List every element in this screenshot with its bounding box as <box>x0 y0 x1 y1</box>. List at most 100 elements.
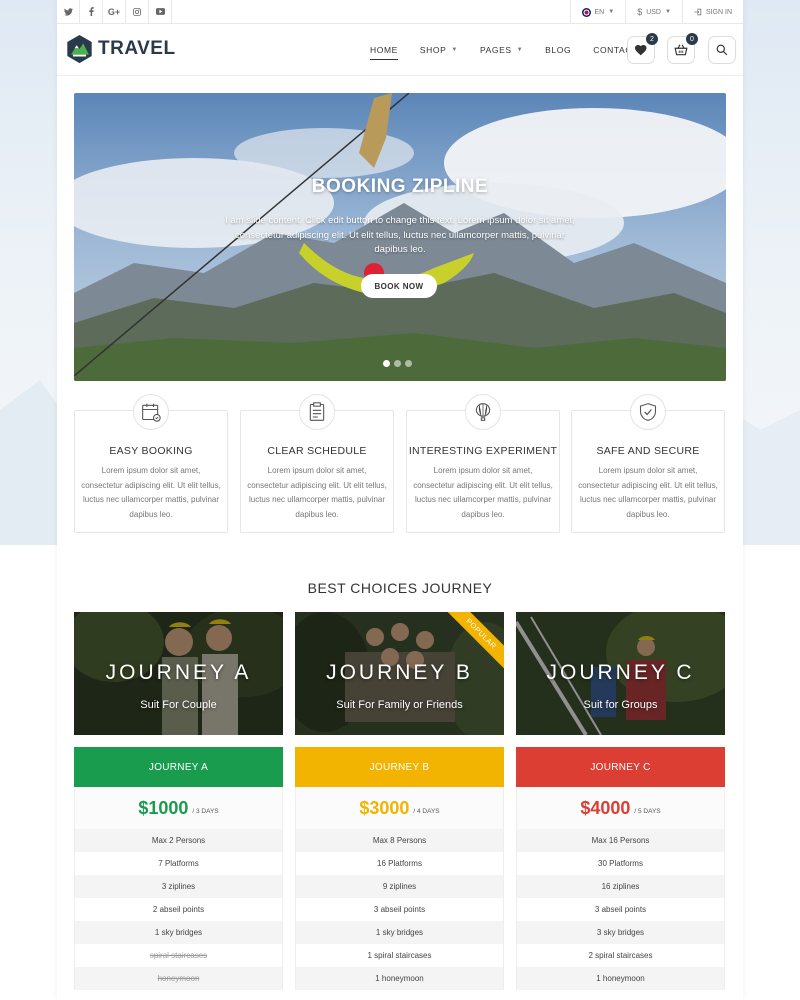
uk-flag-icon <box>581 7 591 17</box>
calendar-icon <box>142 403 161 422</box>
facebook-icon[interactable] <box>80 0 103 24</box>
journey-title: JOURNEY B <box>326 661 473 684</box>
signin-link[interactable]: SIGN IN <box>681 0 743 24</box>
pricing-feature-text: Max 16 Persons <box>591 836 650 845</box>
google-plus-label: G+ <box>107 6 121 17</box>
pricing-feature-row: 16 ziplines <box>516 875 725 898</box>
pricing-feature-text: 30 Platforms <box>598 859 643 868</box>
pricing-feature-row: Max 8 Persons <box>295 829 504 852</box>
pricing-feature-row: Max 2 Persons <box>74 829 283 852</box>
pricing-feature-row: 2 spiral staircases <box>516 944 725 967</box>
pricing-feature-row: Max 16 Persons <box>516 829 725 852</box>
logo[interactable]: TRAVEL <box>65 34 176 64</box>
pricing-price: $4000/ 5 DAYS <box>516 787 725 829</box>
currency-label: USD <box>646 8 661 16</box>
logo-hexagon-icon <box>67 34 92 64</box>
pricing-feature-text: 16 ziplines <box>601 882 640 891</box>
pricing-header: JOURNEY B <box>295 747 504 787</box>
chevron-down-icon: ▼ <box>664 9 671 15</box>
search-button[interactable] <box>708 36 736 64</box>
pricing-feature-text: 1 sky bridges <box>154 928 203 937</box>
pricing-feature-row: 9 ziplines <box>295 875 504 898</box>
wishlist-count-badge: 2 <box>646 33 658 45</box>
clipboard-icon <box>309 402 325 421</box>
pricing-feature-text: Max 8 Persons <box>372 836 427 845</box>
nav-home[interactable]: HOME <box>370 45 398 60</box>
pricing-feature-row: 3 abseil points <box>516 898 725 921</box>
feature-text: Lorem ipsum dolor sit amet, consectetur … <box>578 466 718 519</box>
feature-text: Lorem ipsum dolor sit amet, consectetur … <box>413 466 553 519</box>
slider-dot[interactable] <box>383 360 390 367</box>
pricing-feature-text: 2 spiral staircases <box>588 951 653 960</box>
journey-card-a[interactable]: JOURNEY A Suit For Couple <box>74 612 283 735</box>
cart-button[interactable]: 0 <box>667 33 698 64</box>
hero-slider[interactable]: BOOKING ZIPLINE I am slide content. Clic… <box>74 93 726 381</box>
pricing-table-c: JOURNEY C $4000/ 5 DAYS Max 16 Persons 30… <box>516 747 725 990</box>
pricing-header: JOURNEY A <box>74 747 283 787</box>
journey-subtitle: Suit for Groups <box>583 699 658 711</box>
pricing-feature-text: 2 abseil points <box>152 905 205 914</box>
currency-selector[interactable]: $ USD ▼ <box>625 0 682 24</box>
language-label: EN <box>594 8 605 16</box>
book-now-button[interactable]: BOOK NOW <box>361 274 437 298</box>
twitter-icon[interactable] <box>57 0 80 24</box>
pricing-feature-row: 1 sky bridges <box>74 921 283 944</box>
slider-dot[interactable] <box>394 360 401 367</box>
pricing-feature-row: honeymoon <box>74 967 283 990</box>
nav-blog-label: BLOG <box>545 45 572 55</box>
price-amount: $4000 <box>580 797 631 818</box>
social-links: G+ <box>57 0 172 24</box>
nav-shop[interactable]: SHOP ▼ <box>420 45 458 55</box>
nav-pages[interactable]: PAGES ▼ <box>480 45 523 55</box>
pricing-feature-row: 1 sky bridges <box>295 921 504 944</box>
feature-card-interesting-experiment: INTERESTING EXPERIMENT Lorem ipsum dolor… <box>406 394 560 533</box>
heart-icon <box>635 44 647 55</box>
feature-title: EASY BOOKING <box>109 445 193 457</box>
nav-blog[interactable]: BLOG <box>545 45 571 55</box>
pricing-feature-row: 3 abseil points <box>295 898 504 921</box>
hero-text: I am slide content. Click edit button to… <box>225 215 575 255</box>
main-header: TRAVEL HOME SHOP ▼ PAGES ▼ BLOG CONTACT US… <box>57 24 743 76</box>
slider-dots <box>383 360 412 367</box>
journey-card-c[interactable]: JOURNEY C Suit for Groups <box>516 612 725 735</box>
basket-icon <box>674 44 688 56</box>
journey-title: JOURNEY A <box>105 661 252 684</box>
top-right-menu: EN ▼ $ USD ▼ SIGN IN <box>569 0 744 24</box>
price-amount: $3000 <box>359 797 410 818</box>
pricing-name: JOURNEY A <box>148 761 209 773</box>
pricing-feature-row: 16 Platforms <box>295 852 504 875</box>
feature-text: Lorem ipsum dolor sit amet, consectetur … <box>81 466 221 519</box>
instagram-icon[interactable] <box>126 0 149 24</box>
feature-card-safe-and-secure: SAFE AND SECURE Lorem ipsum dolor sit am… <box>571 394 725 533</box>
wishlist-button[interactable]: 2 <box>627 33 658 64</box>
journey-card-b[interactable]: POPULAR JOURNEY B Suit For Family or Fri… <box>295 612 504 735</box>
feature-title: INTERESTING EXPERIMENT <box>408 445 558 457</box>
feature-card-clear-schedule: CLEAR SCHEDULE Lorem ipsum dolor sit ame… <box>240 394 394 533</box>
price-period: / 5 DAYS <box>634 807 661 815</box>
pricing-feature-text: 3 ziplines <box>161 882 196 891</box>
language-selector[interactable]: EN ▼ <box>569 0 626 24</box>
feature-card-easy-booking: EASY BOOKING Lorem ipsum dolor sit amet,… <box>74 394 228 533</box>
pricing-feature-row: 3 ziplines <box>74 875 283 898</box>
pricing-feature-text: 7 Platforms <box>158 859 199 868</box>
slider-dot[interactable] <box>405 360 412 367</box>
feature-icon-circle <box>299 394 335 430</box>
pricing-feature-text: 1 sky bridges <box>375 928 424 937</box>
youtube-icon[interactable] <box>149 0 172 24</box>
pricing-feature-row: spiral staircases <box>74 944 283 967</box>
pricing-feature-text: Max 2 Persons <box>151 836 206 845</box>
google-plus-icon[interactable]: G+ <box>103 0 126 24</box>
cart-count-badge: 0 <box>686 33 698 45</box>
dollar-icon: $ <box>637 7 643 17</box>
pricing-feature-text: 1 honeymoon <box>596 974 645 983</box>
feature-icon-circle <box>133 394 169 430</box>
pricing-feature-row: 30 Platforms <box>516 852 725 875</box>
price-amount: $1000 <box>138 797 189 818</box>
feature-icon-circle <box>465 394 501 430</box>
pricing-table-a: JOURNEY A $1000/ 3 DAYS Max 2 Persons 7 P… <box>74 747 283 990</box>
pricing-rows: Max 16 Persons 30 Platforms 16 ziplines 3 a… <box>516 829 725 990</box>
pricing-price: $3000/ 4 DAYS <box>295 787 504 829</box>
pricing-feature-text: 1 honeymoon <box>375 974 424 983</box>
nav-shop-label: SHOP <box>419 45 447 55</box>
nav-pages-label: PAGES <box>479 45 512 55</box>
